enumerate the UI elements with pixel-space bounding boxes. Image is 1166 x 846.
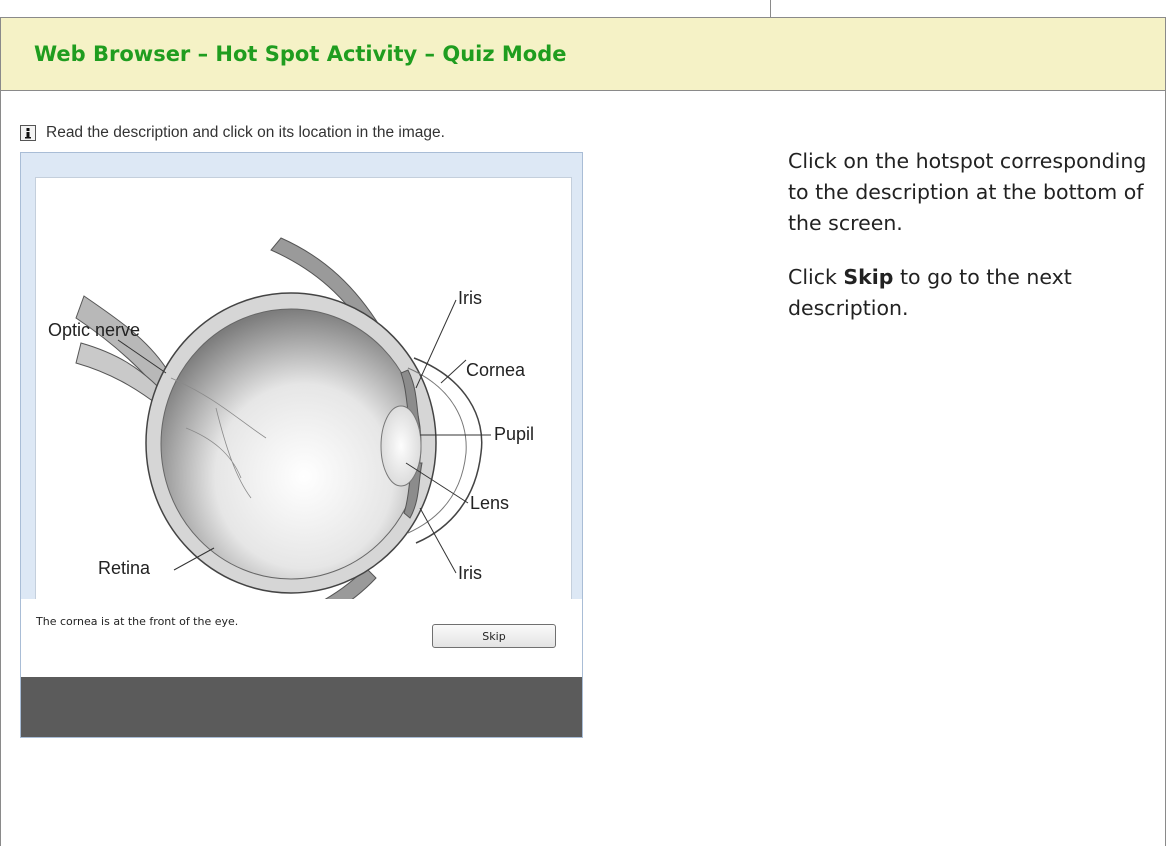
label-pupil[interactable]: Pupil	[494, 424, 534, 445]
top-strip	[0, 0, 1166, 18]
side-paragraph-2: Click Skip to go to the next description…	[788, 262, 1148, 324]
instruction-text: Read the description and click on its lo…	[46, 124, 445, 141]
header-bar: Web Browser – Hot Spot Activity – Quiz M…	[0, 17, 1166, 91]
side-paragraph-1: Click on the hotspot corresponding to th…	[788, 149, 1147, 235]
label-optic-nerve[interactable]: Optic nerve	[48, 320, 140, 341]
side-instructions: Click on the hotspot corresponding to th…	[788, 146, 1148, 347]
instruction-row: Read the description and click on its lo…	[20, 122, 445, 144]
label-iris-top[interactable]: Iris	[458, 288, 482, 309]
label-iris-bottom[interactable]: Iris	[458, 563, 482, 584]
question-description: The cornea is at the front of the eye.	[36, 615, 239, 628]
side-skip-bold: Skip	[843, 265, 894, 289]
column-divider	[770, 0, 771, 18]
info-icon	[20, 125, 36, 141]
skip-button[interactable]: Skip	[432, 624, 556, 648]
label-lens[interactable]: Lens	[470, 493, 509, 514]
side-paragraph-2-prefix: Click	[788, 265, 844, 289]
page-title: Web Browser – Hot Spot Activity – Quiz M…	[34, 42, 567, 66]
label-cornea[interactable]: Cornea	[466, 360, 525, 381]
label-retina[interactable]: Retina	[98, 558, 150, 579]
activity-footer-bar	[21, 677, 582, 737]
